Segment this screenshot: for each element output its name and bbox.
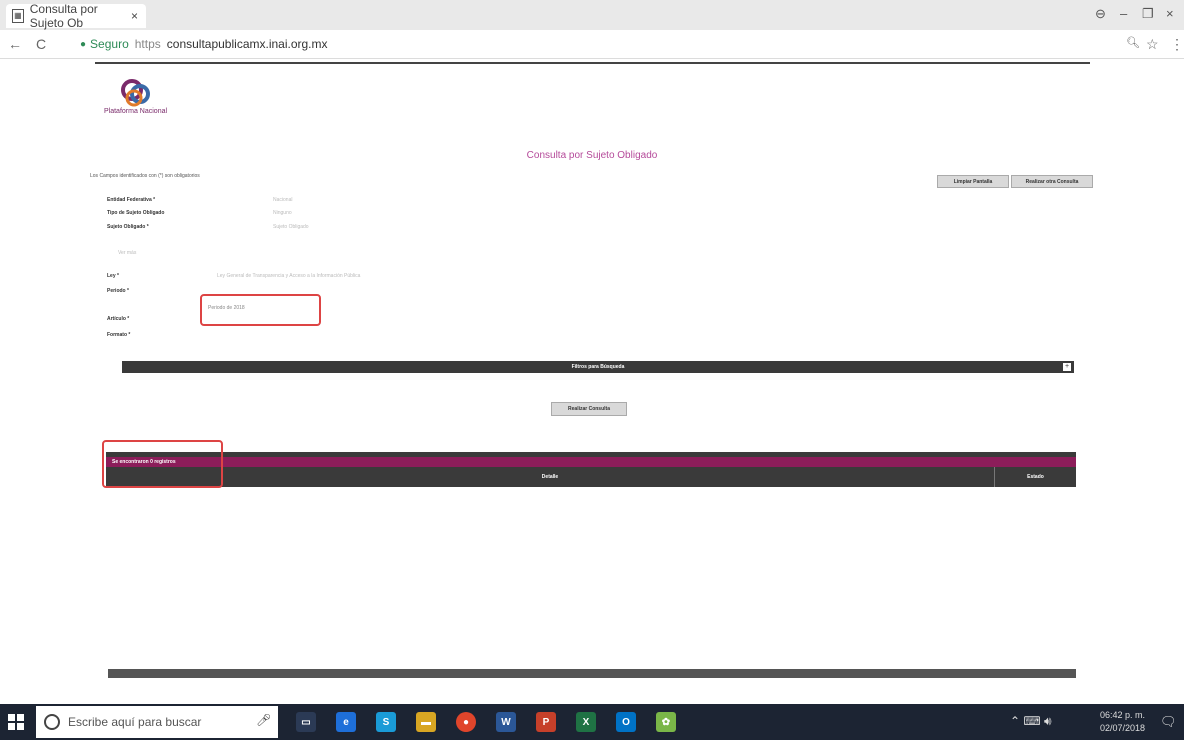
tab-favicon-icon: ▦ bbox=[12, 9, 24, 23]
browser-menu-icon[interactable]: ⋮ bbox=[1170, 36, 1184, 53]
edge-icon[interactable]: e bbox=[336, 712, 356, 732]
page-title: Consulta por Sujeto Obligado bbox=[526, 150, 658, 161]
address-bar: ← C ● Seguro https consultapublicamx.ina… bbox=[0, 30, 1184, 59]
articulo-label: Artículo * bbox=[107, 316, 130, 322]
microphone-icon[interactable]: 🎤︎ bbox=[256, 713, 271, 727]
taskbar-clock[interactable]: 06:42 p. m. 02/07/2018 bbox=[1100, 709, 1145, 735]
url-scheme: https bbox=[134, 37, 161, 51]
browser-tabbar: ▦ Consulta por Sujeto Ob × ⊖ – ❐ × bbox=[0, 0, 1184, 30]
back-icon[interactable]: ← bbox=[8, 36, 22, 52]
logo-text: Plataforma Nacional bbox=[104, 108, 168, 115]
sujeto-select[interactable]: Sujeto Obligado bbox=[273, 224, 309, 230]
minimize-icon[interactable]: – bbox=[1120, 6, 1127, 21]
tipo-sujeto-select[interactable]: Ninguno bbox=[273, 210, 292, 216]
taskbar-search-input[interactable]: Escribe aquí para buscar bbox=[36, 706, 278, 738]
lock-icon: ● bbox=[80, 38, 87, 50]
browser-tab[interactable]: ▦ Consulta por Sujeto Ob × bbox=[6, 2, 146, 30]
taskbar-search-placeholder: Escribe aquí para buscar bbox=[68, 715, 202, 729]
powerpoint-icon[interactable]: P bbox=[536, 712, 556, 732]
ver-mas-link[interactable]: Ver más bbox=[118, 250, 136, 256]
clear-screen-button[interactable]: Limpiar Pantalla bbox=[937, 175, 1009, 188]
new-query-button[interactable]: Realizar otra Consulta bbox=[1011, 175, 1093, 188]
header-divider bbox=[95, 62, 1090, 64]
url-secure-label: Seguro bbox=[90, 37, 129, 51]
reload-icon[interactable]: C bbox=[36, 36, 46, 52]
clock-date: 02/07/2018 bbox=[1100, 723, 1146, 733]
periodo-label: Periodo * bbox=[107, 288, 129, 294]
results-table-header: Detalle Estado bbox=[106, 467, 1076, 487]
ley-select[interactable]: Ley General de Transparencia y Acceso a … bbox=[217, 273, 360, 279]
window-close-icon[interactable]: × bbox=[1166, 6, 1174, 21]
cortana-icon bbox=[44, 714, 60, 730]
ley-label: Ley * bbox=[107, 273, 119, 279]
system-tray-icons[interactable]: ⌃ ⌨ 🔊︎ bbox=[1010, 714, 1052, 729]
required-note: Los Campos identificados con (*) son obl… bbox=[90, 173, 200, 179]
footer-bar bbox=[108, 669, 1076, 678]
zoom-icon[interactable]: 🔍︎ bbox=[1126, 36, 1140, 49]
url-host: consultapublicamx.inai.org.mx bbox=[166, 37, 328, 51]
filter-bar[interactable]: Filtros para Búsqueda bbox=[122, 361, 1074, 373]
column-detalle: Detalle bbox=[541, 474, 559, 480]
app-icon[interactable]: ✿ bbox=[656, 712, 676, 732]
periodo-radio[interactable]: Periodo de 2018 bbox=[208, 305, 245, 311]
entidad-label: Entidad Federativa * bbox=[107, 197, 156, 203]
entidad-select[interactable]: Nacional bbox=[273, 197, 292, 203]
maximize-icon[interactable]: ❐ bbox=[1142, 6, 1154, 22]
outlook-icon[interactable]: O bbox=[616, 712, 636, 732]
sujeto-label: Sujeto Obligado * bbox=[107, 224, 149, 230]
profile-icon[interactable]: ⊖ bbox=[1095, 6, 1106, 22]
chrome-icon[interactable]: ● bbox=[456, 712, 476, 732]
formato-label: Formato * bbox=[107, 332, 131, 338]
results-highlight bbox=[102, 440, 223, 488]
clock-time: 06:42 p. m. bbox=[1100, 710, 1146, 720]
tab-title: Consulta por Sujeto Ob bbox=[29, 2, 98, 30]
bookmark-star-icon[interactable]: ☆ bbox=[1146, 36, 1159, 53]
task-view-icon[interactable]: ▭ bbox=[296, 712, 316, 732]
search-button[interactable]: Realizar Consulta bbox=[551, 402, 627, 416]
notifications-icon[interactable]: 🗨 bbox=[1160, 714, 1177, 730]
results-count-bar: Se encontraron 0 registros bbox=[106, 457, 1076, 467]
windows-taskbar: Escribe aquí para buscar 🎤︎ ▭ e S ▬ ● W … bbox=[0, 704, 1184, 740]
url-field[interactable]: ● Seguro https consultapublicamx.inai.or… bbox=[80, 34, 1100, 54]
tab-close-icon[interactable]: × bbox=[131, 9, 138, 23]
excel-icon[interactable]: X bbox=[576, 712, 596, 732]
word-icon[interactable]: W bbox=[496, 712, 516, 732]
column-estado: Estado bbox=[1027, 474, 1044, 480]
skype-icon[interactable]: S bbox=[376, 712, 396, 732]
windows-start-icon[interactable] bbox=[8, 714, 24, 730]
tipo-sujeto-label: Tipo de Sujeto Obligado bbox=[107, 210, 165, 216]
file-explorer-icon[interactable]: ▬ bbox=[416, 712, 436, 732]
filter-toggle-icon[interactable]: + bbox=[1063, 363, 1071, 371]
